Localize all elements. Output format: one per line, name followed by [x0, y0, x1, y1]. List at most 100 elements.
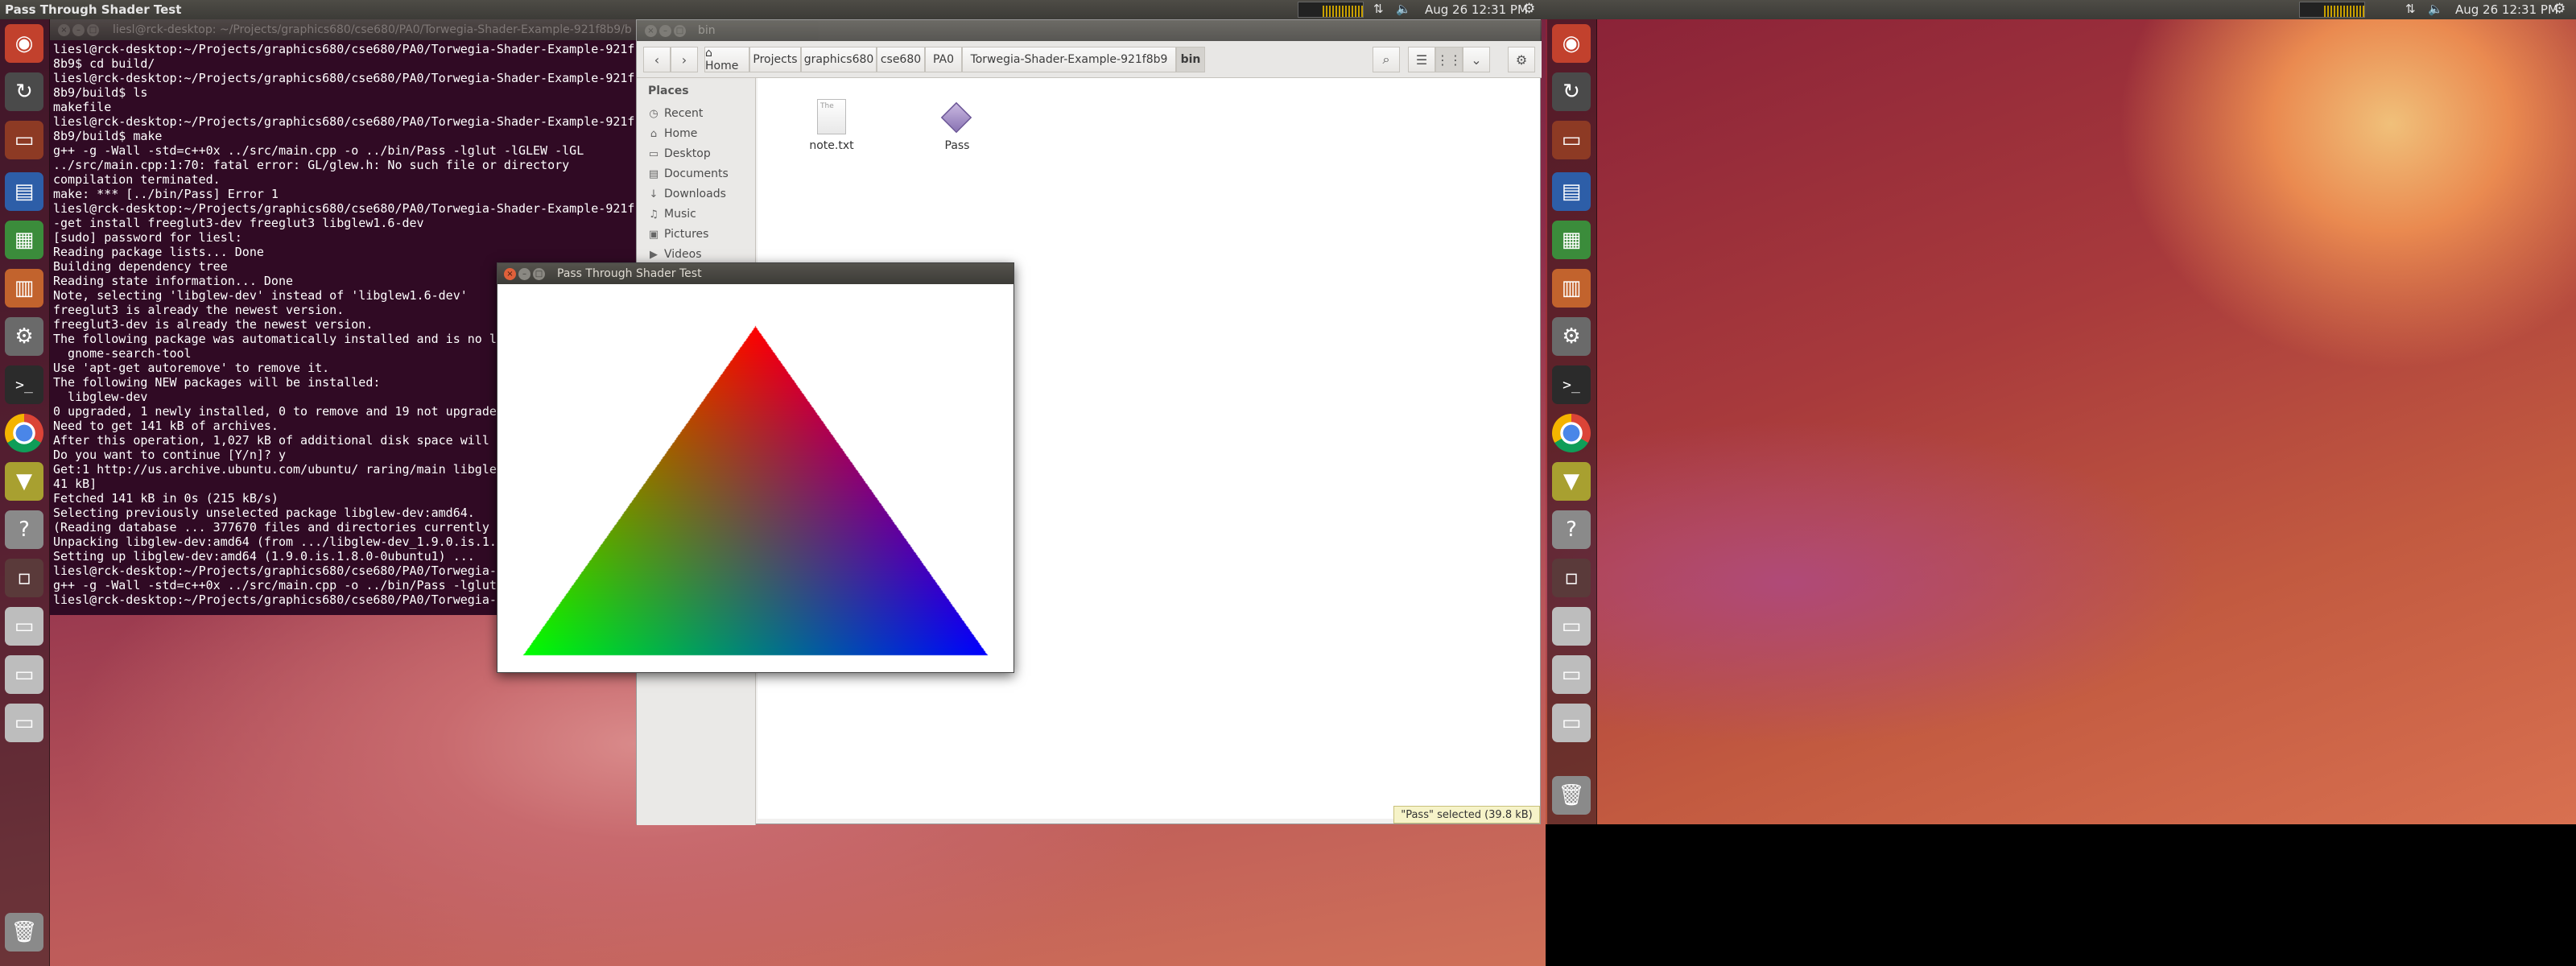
system-settings-icon[interactable]: ⚙: [5, 317, 43, 356]
chevron-down-icon: ⌄: [1471, 52, 1482, 68]
drive-icon[interactable]: ▭: [5, 704, 43, 742]
gl-window-title: Pass Through Shader Test: [557, 267, 702, 280]
breadcrumb-graphics680[interactable]: graphics680: [801, 47, 877, 72]
maximize-icon[interactable]: □: [533, 268, 545, 280]
breadcrumb-label: cse680: [880, 53, 922, 66]
terminal-titlebar[interactable]: × – □ liesl@rck-desktop: ~/Projects/grap…: [50, 19, 636, 40]
files-icon[interactable]: ▭: [5, 121, 43, 159]
minimize-icon[interactable]: –: [72, 24, 85, 36]
sidebar-item-recent[interactable]: ◷ Recent: [643, 104, 764, 123]
drive-icon[interactable]: ▭: [1552, 655, 1591, 694]
settings-button[interactable]: ⚙: [1508, 47, 1535, 72]
minimize-icon[interactable]: –: [518, 268, 530, 280]
workspace-switcher-icon[interactable]: ▫: [5, 559, 43, 597]
close-icon[interactable]: ×: [504, 268, 516, 280]
maximize-icon[interactable]: □: [87, 24, 99, 36]
volume-icon[interactable]: 🔈: [2428, 2, 2443, 16]
back-button[interactable]: ‹: [643, 47, 671, 72]
sidebar-item-documents[interactable]: ▤ Documents: [643, 164, 764, 184]
breadcrumb-home[interactable]: ⌂ Home: [704, 47, 749, 72]
software-updater-icon[interactable]: ↻: [1552, 72, 1591, 111]
terminal-line: ../src/main.cpp:1:70: fatal error: GL/gl…: [53, 158, 570, 172]
libreoffice-calc-icon[interactable]: ▦: [5, 221, 43, 259]
close-icon[interactable]: ×: [58, 24, 70, 36]
desktop-icon: ▭: [648, 147, 659, 160]
terminal-icon[interactable]: >_: [1552, 365, 1591, 404]
volume-icon[interactable]: 🔈: [1396, 2, 1411, 16]
breadcrumb-pa0[interactable]: PA0: [925, 47, 962, 72]
top-panel-right: ⇅ 🔈 Aug 26 12:31 PM ⚙: [1546, 0, 2576, 19]
network-icon[interactable]: ⇅: [1373, 2, 1384, 16]
breadcrumb-cse680[interactable]: cse680: [877, 47, 925, 72]
terminal-line: makefile: [53, 100, 112, 114]
forward-button[interactable]: ›: [671, 47, 698, 72]
terminal-line: 8b9$ cd build/: [53, 56, 155, 71]
system-settings-icon[interactable]: ⚙: [1552, 317, 1591, 356]
breadcrumb-torwegia-shader-example-921f8b9[interactable]: Torwegia-Shader-Example-921f8b9: [962, 47, 1176, 72]
sidebar-item-label: Desktop: [664, 147, 711, 160]
breadcrumb-bin[interactable]: bin: [1176, 47, 1205, 72]
help-icon[interactable]: ?: [1552, 510, 1591, 549]
network-icon[interactable]: ⇅: [2405, 2, 2416, 16]
sidebar-item-music[interactable]: ♫ Music: [643, 204, 764, 224]
drive-icon[interactable]: ▭: [1552, 607, 1591, 646]
sidebar-item-pictures[interactable]: ▣ Pictures: [643, 225, 764, 244]
documents-icon: ▤: [648, 167, 659, 180]
gear-icon[interactable]: ⚙: [1523, 1, 1535, 17]
chrome-icon[interactable]: [1552, 414, 1591, 452]
clock[interactable]: Aug 26 12:31 PM: [2455, 2, 2558, 17]
sidebar-item-home[interactable]: ⌂ Home: [643, 124, 764, 143]
search-button[interactable]: ⌕: [1373, 47, 1400, 72]
terminal-line: liesl@rck-desktop:~/Projects/graphics680…: [53, 114, 635, 129]
close-icon[interactable]: ×: [645, 25, 657, 37]
top-panel-left: Pass Through Shader Test ⇅ 🔈 Aug 26 12:3…: [0, 0, 1546, 19]
terminal-icon[interactable]: >_: [5, 365, 43, 404]
triangle-canvas[interactable]: [497, 284, 1013, 672]
file-item[interactable]: The note.txt: [790, 99, 870, 171]
minimize-icon[interactable]: –: [659, 25, 671, 37]
breadcrumb-label: ⌂ Home: [705, 47, 739, 72]
maximize-icon[interactable]: □: [674, 25, 686, 37]
workspace-switcher-icon[interactable]: ▫: [1552, 559, 1591, 597]
drive-icon[interactable]: ▭: [5, 655, 43, 694]
libreoffice-impress-icon[interactable]: ▥: [1552, 269, 1591, 308]
list-view-button[interactable]: ☰: [1408, 47, 1435, 72]
gl-window-titlebar[interactable]: × – □ Pass Through Shader Test: [497, 263, 1013, 284]
breadcrumb: ⌂ Home Projects graphics680 cse680 PA0 Torweg…: [704, 47, 1220, 72]
libreoffice-writer-icon[interactable]: ▤: [1552, 172, 1591, 211]
breadcrumb-projects[interactable]: Projects: [749, 47, 801, 72]
file-item[interactable]: Pass: [915, 99, 996, 171]
libreoffice-impress-icon[interactable]: ▥: [5, 269, 43, 308]
gl-window[interactable]: × – □ Pass Through Shader Test: [497, 262, 1014, 673]
files-icon[interactable]: ▭: [1552, 121, 1591, 159]
file-manager-titlebar[interactable]: × – □ bin: [637, 20, 1542, 41]
libreoffice-calc-icon[interactable]: ▦: [1552, 221, 1591, 259]
trash-icon[interactable]: 🗑: [1552, 776, 1591, 815]
grid-view-button[interactable]: ⋮⋮: [1435, 47, 1463, 72]
sidebar-item-videos[interactable]: ▶ Videos: [643, 245, 764, 264]
network-monitor-icon[interactable]: [2299, 2, 2365, 18]
sidebar-item-desktop[interactable]: ▭ Desktop: [643, 144, 764, 163]
terminal-line: liesl@rck-desktop:~/Projects/graphics680…: [53, 42, 635, 56]
network-monitor-icon[interactable]: [1298, 2, 1364, 18]
trash-icon[interactable]: 🗑: [5, 913, 43, 952]
drive-icon[interactable]: ▭: [1552, 704, 1591, 742]
archive-icon[interactable]: ▼: [1552, 462, 1591, 501]
archive-icon[interactable]: ▼: [5, 462, 43, 501]
clock[interactable]: Aug 26 12:31 PM: [1425, 2, 1528, 17]
libreoffice-writer-icon[interactable]: ▤: [5, 172, 43, 211]
drive-icon[interactable]: ▭: [5, 607, 43, 646]
help-icon[interactable]: ?: [5, 510, 43, 549]
ubuntu-dash-icon[interactable]: ◉: [1552, 24, 1591, 63]
status-text: "Pass" selected (39.8 kB): [1401, 808, 1533, 821]
sidebar-item-label: Videos: [664, 248, 702, 261]
gear-icon[interactable]: ⚙: [2553, 1, 2566, 17]
ubuntu-dash-icon[interactable]: ◉: [5, 24, 43, 63]
executable-icon: [940, 101, 972, 134]
desktop-wallpaper-right: [1546, 19, 2576, 824]
view-options-button[interactable]: ⌄: [1463, 47, 1490, 72]
sidebar-item-downloads[interactable]: ↓ Downloads: [643, 184, 764, 204]
chrome-icon[interactable]: [5, 414, 43, 452]
terminal-line: Reading package lists... Done: [53, 245, 264, 259]
software-updater-icon[interactable]: ↻: [5, 72, 43, 111]
